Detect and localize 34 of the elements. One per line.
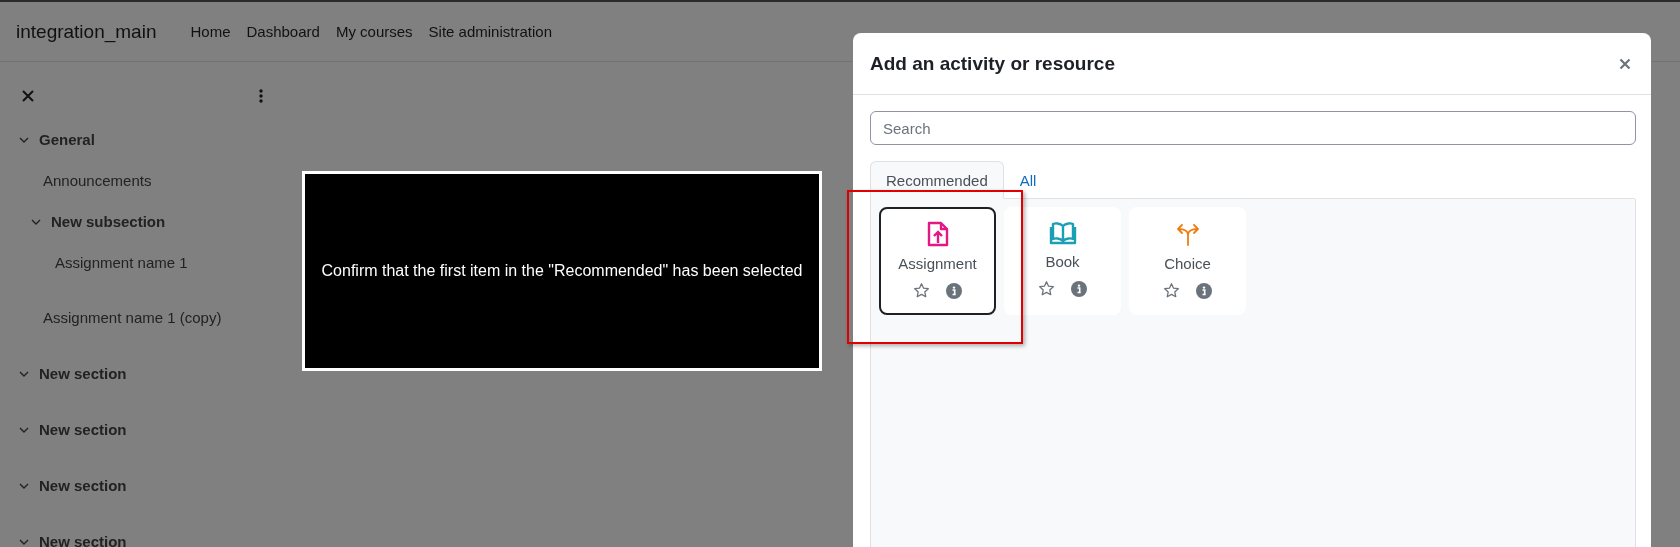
section-link[interactable]: New section [39,365,127,382]
nav-link[interactable]: Site administration [428,23,552,40]
info-icon[interactable] [1196,282,1212,299]
site-name[interactable]: integration_main [16,20,157,43]
info-icon[interactable] [1071,280,1087,297]
close-icon[interactable] [22,89,34,102]
activity-card[interactable]: Assignment [879,207,996,315]
section-link[interactable]: New section [39,533,127,547]
section-link[interactable]: New section [39,477,127,494]
section-link[interactable]: New subsection [51,213,166,230]
close-icon[interactable] [1619,57,1631,70]
tab[interactable]: All [1003,161,1053,199]
section-link[interactable]: General [39,131,95,148]
nav-link[interactable]: My courses [335,23,413,40]
nav-link[interactable]: Home [190,23,231,40]
star-icon[interactable] [1038,280,1055,297]
modal-title: Add an activity or resource [870,52,1115,75]
activity-link[interactable]: Announcements [43,172,152,189]
activity-link[interactable]: Assignment name 1 (copy) [43,309,222,326]
tab[interactable]: Recommended [870,161,1004,199]
activity-name: Assignment [898,255,977,272]
section-link[interactable]: New section [39,421,127,438]
activity-card[interactable]: Book [1004,207,1121,315]
info-icon[interactable] [946,282,962,299]
star-icon[interactable] [913,282,930,299]
activity-name: Book [1045,253,1080,270]
instruction-text: Confirm that the first item in the "Recommended" has been selected [321,262,803,280]
search-field[interactable]: Search [870,111,1636,145]
activity-link[interactable]: Assignment name 1 [55,254,188,271]
activity-name: Choice [1164,255,1211,272]
star-icon[interactable] [1163,282,1180,299]
nav-link[interactable]: Dashboard [246,23,320,40]
activity-card[interactable]: Choice [1129,207,1246,315]
more-options-icon[interactable] [259,88,263,103]
